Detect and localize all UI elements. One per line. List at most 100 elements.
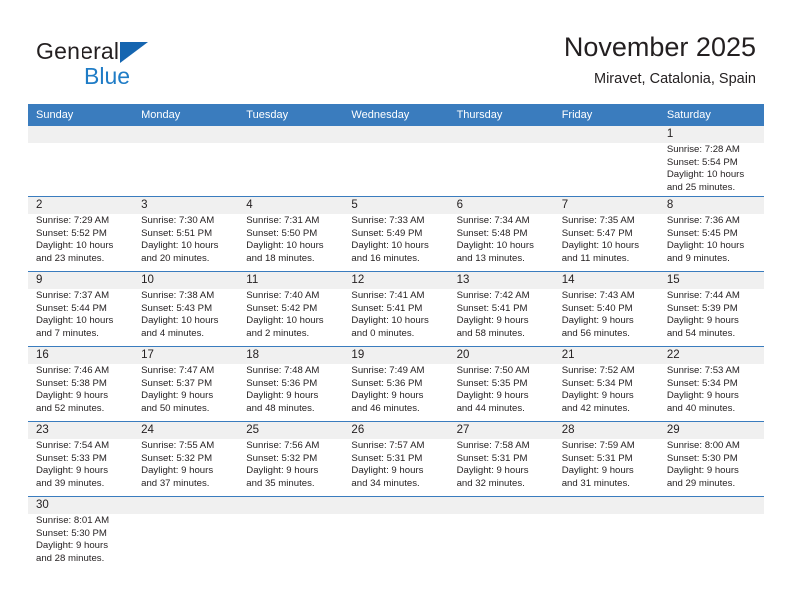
calendar-day-cell[interactable]: 24 Sunrise: 7:55 AM Sunset: 5:32 PM Dayl…: [133, 422, 238, 496]
daylight-text-line1: Daylight: 10 hours: [351, 315, 429, 327]
sunrise-text: Sunrise: 7:48 AM: [246, 365, 320, 376]
calendar-day-cell[interactable]: [659, 497, 764, 589]
calendar-day-cell[interactable]: 18 Sunrise: 7:48 AM Sunset: 5:36 PM Dayl…: [238, 347, 343, 421]
calendar-day-cell[interactable]: 30 Sunrise: 8:01 AM Sunset: 5:30 PM Dayl…: [28, 497, 133, 589]
daylight-text-line2: and 34 minutes.: [351, 477, 420, 489]
day-details: Sunrise: 7:28 AM Sunset: 5:54 PM Dayligh…: [667, 143, 758, 194]
calendar-day-cell[interactable]: 4 Sunrise: 7:31 AM Sunset: 5:50 PM Dayli…: [238, 197, 343, 271]
daylight-text-line2: and 54 minutes.: [666, 327, 736, 339]
daylight-text-line1: Daylight: 10 hours: [666, 169, 745, 181]
daylight-text-line1: Daylight: 9 hours: [456, 390, 529, 402]
calendar-day-cell[interactable]: 2 Sunrise: 7:29 AM Sunset: 5:52 PM Dayli…: [28, 197, 133, 271]
sunrise-text: Sunrise: 7:52 AM: [561, 365, 635, 376]
calendar-day-cell[interactable]: 25 Sunrise: 7:56 AM Sunset: 5:32 PM Dayl…: [238, 422, 343, 496]
sunrise-text: Sunrise: 7:50 AM: [456, 365, 530, 376]
calendar-day-cell[interactable]: 19 Sunrise: 7:49 AM Sunset: 5:36 PM Dayl…: [343, 347, 448, 421]
calendar-week-row: 23 Sunrise: 7:54 AM Sunset: 5:33 PM Dayl…: [28, 421, 764, 496]
day-number: 28: [561, 424, 575, 436]
day-number: 6: [456, 199, 463, 211]
sunset-text: Sunset: 5:31 PM: [456, 452, 528, 464]
calendar-day-cell[interactable]: 23 Sunrise: 7:54 AM Sunset: 5:33 PM Dayl…: [28, 422, 133, 496]
calendar-day-cell[interactable]: [133, 126, 238, 196]
sunset-text: Sunset: 5:32 PM: [246, 452, 318, 464]
day-details: Sunrise: 7:34 AM Sunset: 5:48 PM Dayligh…: [457, 214, 548, 265]
sunset-text: Sunset: 5:44 PM: [36, 302, 107, 314]
calendar-day-cell[interactable]: 3 Sunrise: 7:30 AM Sunset: 5:51 PM Dayli…: [133, 197, 238, 271]
daylight-text-line1: Daylight: 9 hours: [351, 465, 424, 477]
calendar-day-cell[interactable]: 15 Sunrise: 7:44 AM Sunset: 5:39 PM Dayl…: [659, 272, 764, 346]
daylight-text-line1: Daylight: 9 hours: [351, 390, 424, 402]
calendar-day-cell[interactable]: [133, 497, 238, 589]
day-details: Sunrise: 7:41 AM Sunset: 5:41 PM Dayligh…: [351, 289, 442, 340]
sunset-text: Sunset: 5:31 PM: [351, 452, 423, 464]
calendar-grid: Sunday Monday Tuesday Wednesday Thursday…: [28, 104, 764, 589]
day-number: 14: [561, 274, 575, 286]
calendar-day-cell[interactable]: [554, 126, 659, 196]
day-details: Sunrise: 7:35 AM Sunset: 5:47 PM Dayligh…: [562, 214, 653, 265]
day-details: Sunrise: 7:43 AM Sunset: 5:40 PM Dayligh…: [562, 289, 653, 340]
day-details: Sunrise: 7:36 AM Sunset: 5:45 PM Dayligh…: [667, 214, 758, 265]
day-number: 30: [36, 499, 49, 511]
daylight-text-line1: Daylight: 9 hours: [36, 465, 108, 477]
day-number: 10: [141, 274, 154, 286]
sunrise-text: Sunrise: 7:33 AM: [351, 215, 425, 226]
sunrise-text: Sunrise: 7:44 AM: [666, 290, 740, 301]
calendar-day-cell[interactable]: 14 Sunrise: 7:43 AM Sunset: 5:40 PM Dayl…: [554, 272, 659, 346]
calendar-week-row: 1 Sunrise: 7:28 AM Sunset: 5:54 PM Dayli…: [28, 126, 764, 196]
logo-text-general: General: [36, 38, 120, 64]
daylight-text-line2: and 32 minutes.: [456, 477, 525, 489]
calendar-day-cell[interactable]: 6 Sunrise: 7:34 AM Sunset: 5:48 PM Dayli…: [449, 197, 554, 271]
calendar-day-cell[interactable]: [238, 126, 343, 196]
day-details: Sunrise: 7:57 AM Sunset: 5:31 PM Dayligh…: [351, 439, 442, 490]
calendar-day-cell[interactable]: 28 Sunrise: 7:59 AM Sunset: 5:31 PM Dayl…: [554, 422, 659, 496]
sunset-text: Sunset: 5:47 PM: [561, 227, 633, 239]
calendar-day-cell[interactable]: 1 Sunrise: 7:28 AM Sunset: 5:54 PM Dayli…: [659, 126, 764, 196]
day-details: Sunrise: 7:56 AM Sunset: 5:32 PM Dayligh…: [246, 439, 337, 490]
sunset-text: Sunset: 5:39 PM: [666, 302, 738, 314]
calendar-day-cell[interactable]: 27 Sunrise: 7:58 AM Sunset: 5:31 PM Dayl…: [449, 422, 554, 496]
day-number: 19: [351, 349, 365, 361]
calendar-day-cell[interactable]: [554, 497, 659, 589]
day-number: 13: [456, 274, 470, 286]
daylight-text-line1: Daylight: 10 hours: [36, 240, 114, 252]
calendar-day-cell[interactable]: 5 Sunrise: 7:33 AM Sunset: 5:49 PM Dayli…: [343, 197, 448, 271]
sunrise-text: Sunrise: 7:31 AM: [246, 215, 320, 226]
day-number: 25: [246, 424, 260, 436]
daylight-text-line2: and 18 minutes.: [246, 252, 315, 264]
calendar-day-cell[interactable]: 21 Sunrise: 7:52 AM Sunset: 5:34 PM Dayl…: [554, 347, 659, 421]
sunset-text: Sunset: 5:54 PM: [666, 156, 738, 168]
calendar-day-cell[interactable]: 16 Sunrise: 7:46 AM Sunset: 5:38 PM Dayl…: [28, 347, 133, 421]
day-details: Sunrise: 7:47 AM Sunset: 5:37 PM Dayligh…: [141, 364, 232, 415]
calendar-day-cell[interactable]: 11 Sunrise: 7:40 AM Sunset: 5:42 PM Dayl…: [238, 272, 343, 346]
calendar-day-cell[interactable]: 26 Sunrise: 7:57 AM Sunset: 5:31 PM Dayl…: [343, 422, 448, 496]
daylight-text-line2: and 4 minutes.: [141, 327, 205, 339]
calendar-day-cell[interactable]: [343, 497, 448, 589]
calendar-day-cell[interactable]: 7 Sunrise: 7:35 AM Sunset: 5:47 PM Dayli…: [554, 197, 659, 271]
calendar-day-cell[interactable]: 20 Sunrise: 7:50 AM Sunset: 5:35 PM Dayl…: [449, 347, 554, 421]
calendar-day-cell[interactable]: 10 Sunrise: 7:38 AM Sunset: 5:43 PM Dayl…: [133, 272, 238, 346]
sunset-text: Sunset: 5:38 PM: [36, 377, 107, 389]
calendar-day-cell[interactable]: 29 Sunrise: 8:00 AM Sunset: 5:30 PM Dayl…: [659, 422, 764, 496]
calendar-day-cell[interactable]: 9 Sunrise: 7:37 AM Sunset: 5:44 PM Dayli…: [28, 272, 133, 346]
calendar-day-cell[interactable]: 13 Sunrise: 7:42 AM Sunset: 5:41 PM Dayl…: [449, 272, 554, 346]
daylight-text-line1: Daylight: 9 hours: [141, 390, 214, 402]
sunrise-text: Sunrise: 7:36 AM: [666, 215, 740, 226]
calendar-day-cell[interactable]: [449, 497, 554, 589]
calendar-day-cell[interactable]: 22 Sunrise: 7:53 AM Sunset: 5:34 PM Dayl…: [659, 347, 764, 421]
calendar-week-row: 9 Sunrise: 7:37 AM Sunset: 5:44 PM Dayli…: [28, 271, 764, 346]
calendar-day-cell[interactable]: [343, 126, 448, 196]
calendar-day-cell[interactable]: 12 Sunrise: 7:41 AM Sunset: 5:41 PM Dayl…: [343, 272, 448, 346]
day-details: Sunrise: 7:55 AM Sunset: 5:32 PM Dayligh…: [141, 439, 232, 490]
calendar-day-cell[interactable]: 17 Sunrise: 7:47 AM Sunset: 5:37 PM Dayl…: [133, 347, 238, 421]
calendar-day-cell[interactable]: 8 Sunrise: 7:36 AM Sunset: 5:45 PM Dayli…: [659, 197, 764, 271]
calendar-day-cell[interactable]: [238, 497, 343, 589]
daylight-text-line1: Daylight: 10 hours: [36, 315, 114, 327]
daylight-text-line2: and 39 minutes.: [36, 477, 105, 489]
daylight-text-line2: and 46 minutes.: [351, 402, 420, 414]
daylight-text-line1: Daylight: 9 hours: [456, 465, 529, 477]
general-blue-logo[interactable]: General Blue: [36, 38, 216, 90]
daylight-text-line1: Daylight: 10 hours: [456, 240, 534, 252]
sunset-text: Sunset: 5:42 PM: [246, 302, 318, 314]
calendar-day-cell[interactable]: [449, 126, 554, 196]
calendar-day-cell[interactable]: [28, 126, 133, 196]
